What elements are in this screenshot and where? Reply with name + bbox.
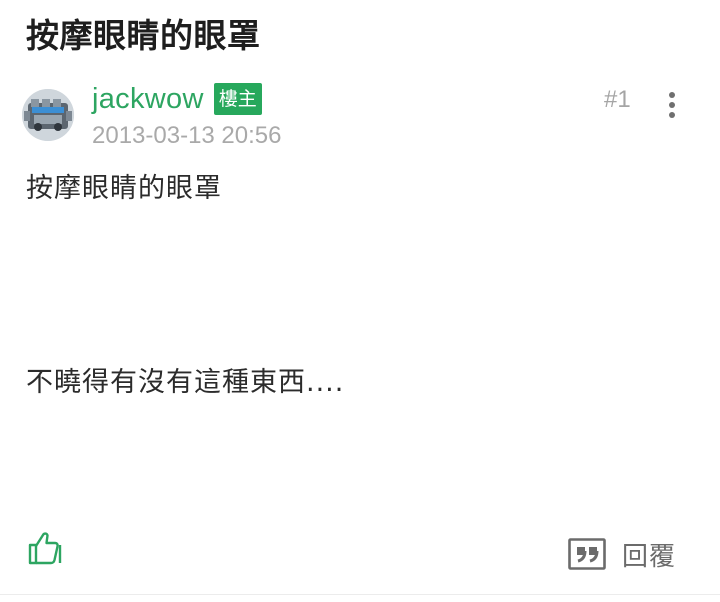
reply-button[interactable]: 回覆 bbox=[568, 536, 676, 572]
post-card: jackwow 樓主 2013-03-13 20:56 #1 按摩眼睛的眼罩 不… bbox=[0, 76, 720, 598]
thumbs-up-icon bbox=[28, 532, 62, 565]
author-line: jackwow 樓主 bbox=[92, 80, 262, 118]
more-vertical-icon[interactable] bbox=[664, 90, 680, 120]
post-body-line: 不曉得有沒有這種東西.... bbox=[26, 367, 345, 398]
quote-icon bbox=[568, 538, 606, 570]
thread-title: 按摩眼睛的眼罩 bbox=[26, 16, 261, 55]
post-body-line: 按摩眼睛的眼罩 bbox=[26, 173, 222, 204]
avatar[interactable] bbox=[22, 89, 74, 141]
post-divider bbox=[0, 594, 720, 595]
floor-number: #1 bbox=[604, 86, 631, 113]
post-timestamp: 2013-03-13 20:56 bbox=[92, 122, 282, 149]
post-body: 按摩眼睛的眼罩 不曉得有沒有這種東西.... bbox=[26, 170, 696, 398]
reply-label: 回覆 bbox=[622, 541, 677, 572]
avatar-image bbox=[22, 89, 74, 141]
author-name[interactable]: jackwow bbox=[92, 83, 204, 116]
op-badge: 樓主 bbox=[213, 83, 262, 115]
like-button[interactable] bbox=[26, 528, 66, 568]
